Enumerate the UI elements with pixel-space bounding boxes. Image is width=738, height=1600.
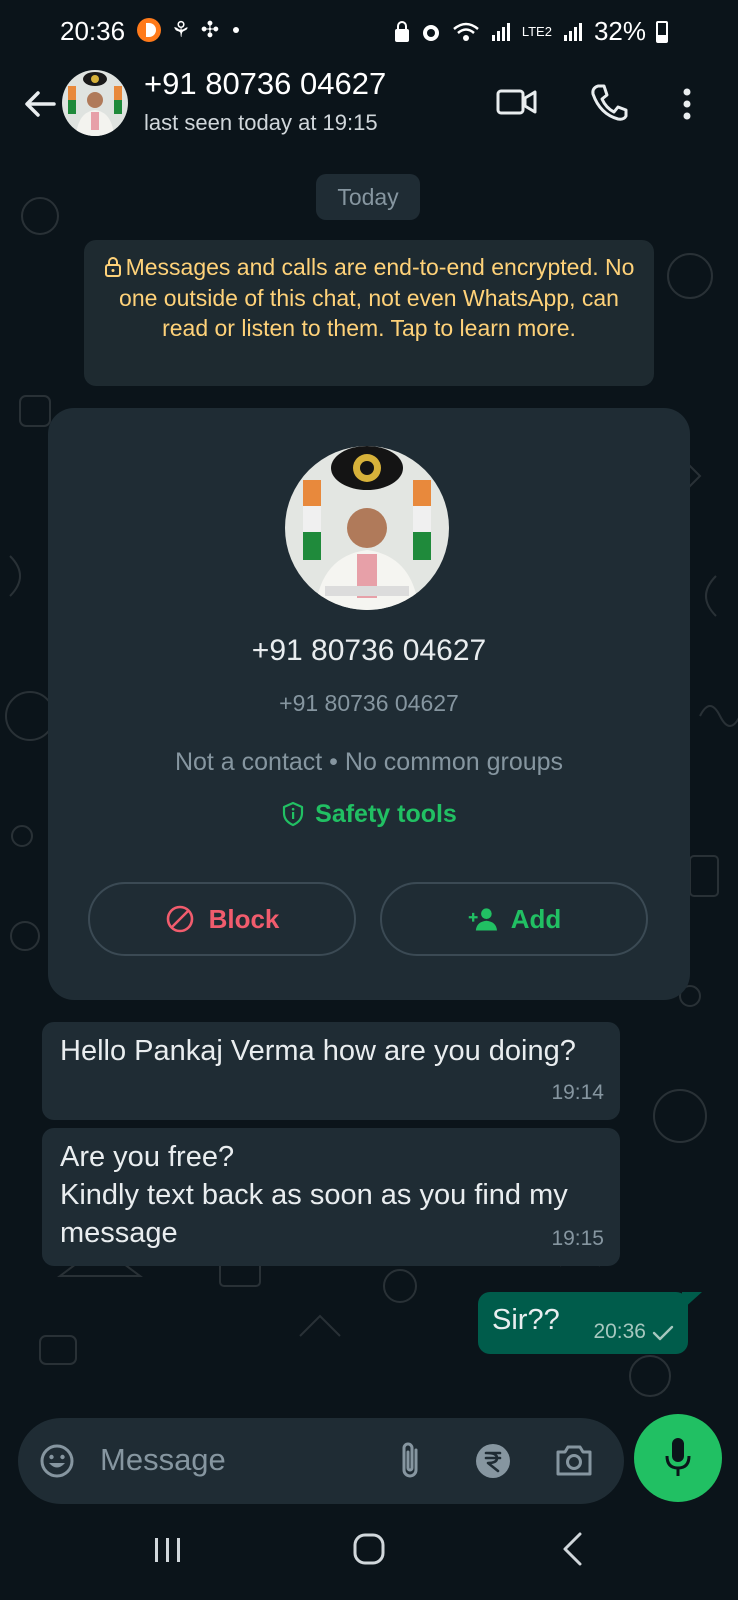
last-seen-status: last seen today at 19:15 [144, 110, 378, 135]
block-icon [166, 905, 193, 933]
lock-icon [104, 257, 121, 277]
block-button[interactable]: Block [88, 882, 356, 956]
contact-info-card: +91 80736 04627 +91 80736 04627 Not a co… [48, 408, 690, 1000]
outgoing-message[interactable]: Sir?? 20:36 [478, 1292, 688, 1354]
contact-name[interactable]: +91 80736 04627 [144, 66, 386, 102]
battery-percent: 32% [593, 16, 646, 46]
status-bar: 20:36 ⚘ ✣ LTE2 32% [0, 0, 738, 62]
more-notifications-dot [233, 27, 240, 33]
date-separator: Today [316, 174, 420, 220]
recent-apps-icon[interactable] [150, 1532, 186, 1568]
shield-icon [283, 801, 304, 827]
profile-name: +91 80736 04627 [251, 634, 487, 667]
contact-status-meta: Not a contact • No common groups [174, 748, 564, 776]
message-text: Are you free? Kindly text back as soon a… [60, 1141, 568, 1249]
status-time: 20:36 [60, 16, 126, 46]
message-text: Hello Pankaj Verma how are you doing? [60, 1035, 576, 1067]
add-contact-button[interactable]: Add [380, 882, 648, 956]
message-time: 20:36 [593, 1320, 646, 1343]
camera-icon[interactable] [554, 1442, 594, 1478]
profile-number: +91 80736 04627 [279, 690, 459, 716]
nav-back-icon[interactable] [560, 1530, 584, 1568]
message-time: 19:15 [551, 1227, 604, 1250]
missed-call-icon: ⚘ [171, 17, 191, 42]
video-call-icon[interactable] [496, 84, 538, 120]
emoji-icon[interactable] [38, 1442, 76, 1480]
add-person-icon [468, 908, 497, 931]
safety-tools-link[interactable]: Safety tools [48, 800, 690, 829]
encryption-notice[interactable]: Messages and calls are end-to-end encryp… [84, 240, 654, 386]
whatsapp-chat-screen: 20:36 ⚘ ✣ LTE2 32% +91 80736 04627 last … [0, 0, 738, 1600]
sent-check-icon [652, 1325, 674, 1341]
incoming-message[interactable]: Hello Pankaj Verma how are you doing? 19… [42, 1022, 620, 1120]
battery-icon [656, 20, 668, 43]
chat-area[interactable]: Today Messages and calls are end-to-end … [0, 156, 738, 1400]
safety-tools-label: Safety tools [315, 800, 457, 828]
contact-avatar[interactable] [62, 70, 128, 136]
system-navigation-bar [0, 1510, 738, 1600]
add-label: Add [510, 903, 562, 934]
back-arrow-icon[interactable] [22, 84, 58, 124]
rupee-payment-icon[interactable] [474, 1442, 512, 1480]
message-text: Sir?? [492, 1304, 560, 1336]
home-icon[interactable] [352, 1532, 386, 1566]
signal-icon [563, 22, 582, 41]
voice-call-icon[interactable] [590, 82, 628, 122]
chat-header: +91 80736 04627 last seen today at 19:15 [0, 62, 738, 156]
message-input[interactable]: Message [100, 1442, 226, 1478]
wifi-icon [453, 22, 479, 41]
pinwheel-icon: ✣ [200, 17, 220, 42]
avatar-image [62, 70, 128, 136]
outgoing-bubble-tail [682, 1292, 702, 1310]
message-composer: Message [18, 1418, 624, 1504]
profile-photo[interactable] [285, 446, 449, 610]
profile-photo-image [285, 446, 449, 610]
signal-r-icon [491, 22, 510, 41]
more-options-icon[interactable] [672, 84, 702, 124]
microphone-icon [665, 1438, 691, 1476]
app-notification-icon [137, 18, 161, 42]
paperclip-icon[interactable] [396, 1440, 426, 1482]
voice-message-button[interactable] [634, 1414, 722, 1502]
message-time: 19:14 [551, 1081, 604, 1104]
incoming-message[interactable]: Are you free? Kindly text back as soon a… [42, 1128, 620, 1266]
system-indicators: LTE2 32% [394, 16, 668, 47]
network-type-label: LTE2 [521, 24, 552, 39]
encryption-notice-text: Messages and calls are end-to-end encryp… [119, 254, 635, 341]
alarm-icon [422, 24, 439, 41]
lock-status-icon [394, 20, 409, 42]
block-label: Block [208, 903, 280, 934]
notification-icons: ⚘ ✣ [137, 17, 240, 42]
